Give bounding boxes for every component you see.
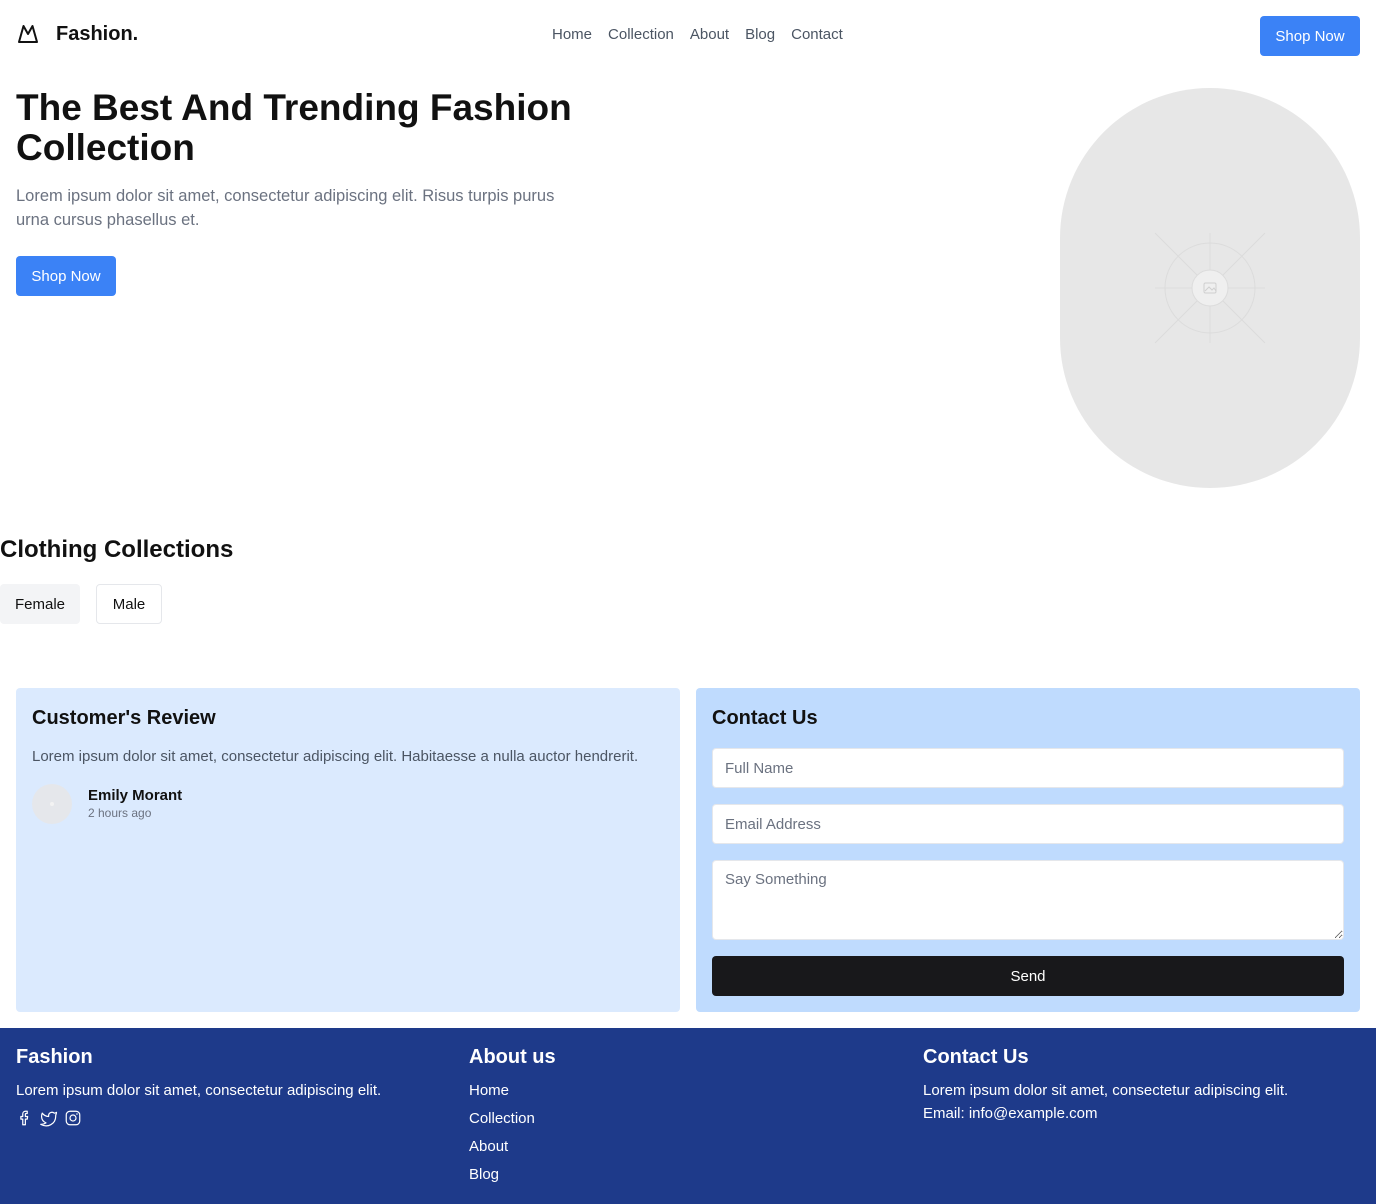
footer-brand-title: Fashion [16,1046,93,1068]
hero-subtitle: Lorem ipsum dolor sit amet, consectetur … [16,187,555,229]
tab-female[interactable]: Female [0,584,80,624]
brand-name: Fashion. [56,22,139,45]
footer-contact-title: Contact Us [923,1046,1029,1068]
footer-link-about[interactable]: About [469,1133,556,1161]
nav-home[interactable]: Home [552,26,592,43]
hero-image [1060,88,1360,488]
nav-blog[interactable]: Blog [745,26,775,43]
header-shop-now-button[interactable]: Shop Now [1260,16,1360,56]
footer-link-collection[interactable]: Collection [469,1105,556,1133]
reviewer-name: Emily Morant [88,787,183,804]
hero-title: The Best And Trending Fashion Collection [16,87,572,168]
footer-brand-column: Fashion Lorem ipsum dolor sit amet, cons… [16,1046,381,1127]
brand-logo[interactable]: Fashion. [16,22,138,46]
tab-male[interactable]: Male [96,584,162,624]
review-title: Customer's Review [32,707,216,729]
image-placeholder-icon [1154,232,1266,344]
footer-contact-column: Contact Us Lorem ipsum dolor sit amet, c… [923,1046,1288,1122]
reviewer: Emily Morant 2 hours ago [32,784,182,824]
contact-title: Contact Us [712,707,818,729]
email-input[interactable] [712,804,1344,844]
twitter-icon[interactable] [40,1109,58,1127]
customer-review-card: Customer's Review Lorem ipsum dolor sit … [16,688,680,1012]
footer-brand-text: Lorem ipsum dolor sit amet, consectetur … [16,1082,382,1099]
message-textarea[interactable] [712,860,1344,940]
main-nav: Home Collection About Blog Contact [552,26,859,43]
contact-card: Contact Us Send [696,688,1360,1012]
social-links [16,1109,381,1127]
facebook-icon[interactable] [16,1109,34,1127]
footer-link-home[interactable]: Home [469,1077,556,1105]
send-button[interactable]: Send [712,956,1344,996]
collections-title: Clothing Collections [0,536,234,563]
footer-contact-text: Lorem ipsum dolor sit amet, consectetur … [923,1082,1289,1099]
full-name-input[interactable] [712,748,1344,788]
footer-email: Email: info@example.com [923,1105,1098,1122]
site-header: Fashion. Home Collection About Blog Cont… [0,0,1376,72]
avatar [32,784,72,824]
footer-about-column: About us Home Collection About Blog [469,1046,556,1189]
instagram-icon[interactable] [64,1109,82,1127]
footer-about-title: About us [469,1046,556,1068]
site-footer: Fashion Lorem ipsum dolor sit amet, cons… [0,1028,1376,1204]
review-timestamp: 2 hours ago [88,806,152,820]
nav-contact[interactable]: Contact [791,26,843,43]
hero-shop-now-button[interactable]: Shop Now [16,256,116,296]
nav-collection[interactable]: Collection [608,26,674,43]
nav-about[interactable]: About [690,26,729,43]
mountain-logo-icon [18,25,38,43]
review-text: Lorem ipsum dolor sit amet, consectetur … [32,748,639,765]
footer-links: Home Collection About Blog [469,1077,556,1189]
footer-link-blog[interactable]: Blog [469,1161,556,1189]
